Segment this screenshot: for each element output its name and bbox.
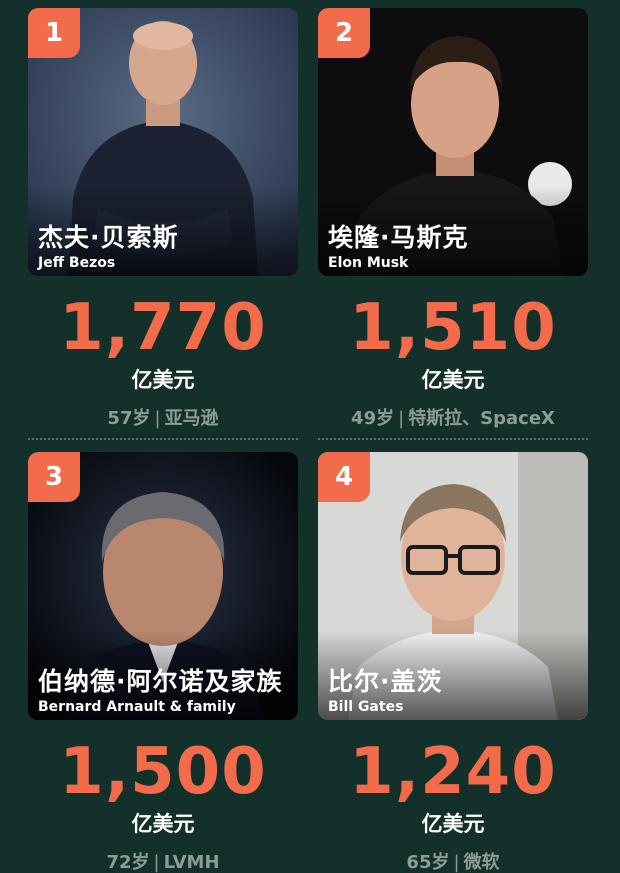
person-company: 特斯拉、SpaceX [408, 408, 555, 429]
person-name-english: Bernard Arnault & family [38, 699, 236, 715]
meta-separator: | [398, 408, 405, 429]
meta-separator: | [453, 852, 460, 873]
person-name-english: Elon Musk [328, 255, 409, 271]
billionaire-grid: 1 杰夫·贝索斯 Jeff Bezos 1,770 亿美元 57岁 | 亚马逊 2 … [0, 0, 620, 873]
person-photo: 4 比尔·盖茨 Bill Gates [318, 452, 588, 720]
person-photo: 2 埃隆·马斯克 Elon Musk [318, 8, 588, 276]
net-worth-amount: 1,770 [59, 291, 267, 365]
person-name-chinese: 伯纳德·阿尔诺及家族 [38, 667, 283, 696]
person-card: 1 杰夫·贝索斯 Jeff Bezos 1,770 亿美元 57岁 | 亚马逊 [28, 8, 298, 440]
person-meta: 49岁 | 特斯拉、SpaceX [318, 404, 588, 430]
person-age: 72岁 [106, 852, 150, 873]
meta-separator: | [153, 852, 160, 873]
person-name-english: Jeff Bezos [38, 255, 116, 271]
person-meta: 65岁 | 微软 [318, 848, 588, 873]
person-age: 57岁 [107, 408, 151, 429]
person-age: 65岁 [406, 852, 450, 873]
net-worth-unit: 亿美元 [131, 368, 195, 392]
person-name-chinese: 杰夫·贝索斯 [38, 223, 179, 252]
net-worth-unit: 亿美元 [131, 812, 195, 836]
rank-badge: 1 [28, 8, 80, 58]
net-worth-amount: 1,500 [59, 735, 267, 809]
person-company: 微软 [463, 852, 500, 873]
person-age: 49岁 [351, 408, 395, 429]
person-photo: 3 伯纳德·阿尔诺及家族 Bernard Arnault & family [28, 452, 298, 720]
person-card: 3 伯纳德·阿尔诺及家族 Bernard Arnault & family 1,… [28, 452, 298, 873]
person-card: 2 埃隆·马斯克 Elon Musk 1,510 亿美元 49岁 | 特斯拉、Spa… [318, 8, 588, 440]
person-photo: 1 杰夫·贝索斯 Jeff Bezos [28, 8, 298, 276]
person-name-english: Bill Gates [328, 699, 404, 715]
rank-badge: 2 [318, 8, 370, 58]
net-worth-amount: 1,240 [349, 735, 557, 809]
person-meta: 57岁 | 亚马逊 [28, 404, 298, 430]
rank-badge: 4 [318, 452, 370, 502]
net-worth-unit: 亿美元 [421, 812, 485, 836]
dotted-divider [28, 438, 298, 440]
person-name-chinese: 埃隆·马斯克 [328, 223, 469, 252]
person-meta: 72岁 | LVMH [28, 848, 298, 873]
net-worth-amount: 1,510 [349, 291, 557, 365]
rank-badge: 3 [28, 452, 80, 502]
net-worth-unit: 亿美元 [421, 368, 485, 392]
dotted-divider [318, 438, 588, 440]
person-card: 4 比尔·盖茨 Bill Gates 1,240 亿美元 65岁 | 微软 [318, 452, 588, 873]
meta-separator: | [154, 408, 161, 429]
person-company: LVMH [163, 852, 220, 873]
person-name-chinese: 比尔·盖茨 [328, 667, 443, 696]
person-company: 亚马逊 [164, 408, 219, 429]
